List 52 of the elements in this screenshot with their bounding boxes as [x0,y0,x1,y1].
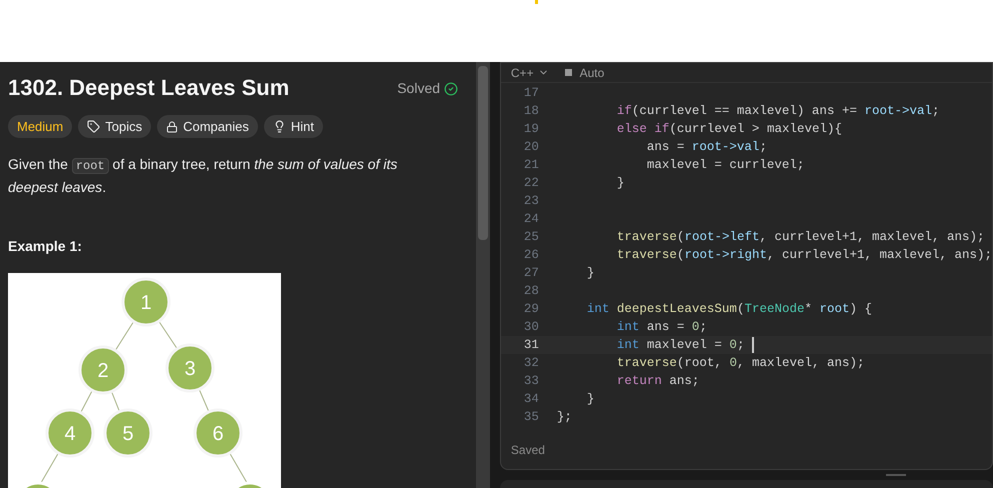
line-number: 21 [522,156,540,174]
line-number: 25 [522,228,540,246]
text-cursor [752,337,754,353]
code-line: } [586,264,594,282]
code-line: int maxlevel = 0; [616,336,744,354]
check-circle-icon [444,82,458,96]
line-number: 29 [522,300,540,318]
lightbulb-icon [272,120,286,133]
solved-status: Solved [397,79,440,98]
code-line: if(currlevel == maxlevel) ans += root->val; [616,102,940,120]
code-line: } [616,174,624,192]
line-number: 19 [522,120,540,138]
tag-icon [87,120,100,133]
code-line: traverse(root->left, currlevel+1, maxlevel, ans); [616,228,984,246]
code-line: else if(currlevel > maxlevel){ [616,120,842,138]
code-line: maxlevel = currlevel; [646,156,804,174]
line-number: 33 [522,372,540,390]
tag-chip[interactable]: Topics [78,115,152,138]
line-number: 30 [522,318,540,336]
line-number: 34 [522,390,540,408]
tag-chip[interactable]: Hint [264,115,323,138]
line-number: 22 [522,174,540,192]
binary-tree-drawing: 1 2 3 4 5 6 [8,273,281,488]
line-number: 17 [522,84,540,102]
line-number: 35 [522,408,540,426]
line-number: 26 [522,246,540,264]
difficulty-badge: Medium [8,115,72,138]
code-line: } [586,390,594,408]
line-number: 24 [522,210,540,228]
code-line: int ans = 0; [616,318,707,336]
code-line: int deepestLeavesSum(TreeNode* root) { [586,300,872,318]
line-number: 27 [522,264,540,282]
language-selector[interactable]: C++ [510,64,549,82]
line-number: 32 [522,354,540,372]
code-line: ans = root->val; [646,138,767,156]
tag-chip[interactable]: Companies [157,115,258,138]
code-line: }; [556,408,572,426]
lock-icon [166,120,178,132]
line-number: 23 [522,192,540,210]
line-number: 20 [522,138,540,156]
example-heading: Example 1: [8,237,83,256]
code-line: traverse(root, 0, maxlevel, ans); [616,354,864,372]
mode-label: Auto [580,64,604,82]
line-number: 28 [522,282,540,300]
line-number: 18 [522,102,540,120]
line-number: 31 [522,336,540,354]
problem-description: Given the root of a binary tree, return the sum of values of its deepest leaves. [8,155,398,197]
code-line: traverse(root->right, currlevel+1, maxlevel, ans); [616,246,992,264]
save-status: Saved [510,442,546,459]
square-icon [564,69,572,76]
code-line: return ans; [616,372,700,390]
problem-title: 1302. Deepest Leaves Sum [8,74,290,102]
